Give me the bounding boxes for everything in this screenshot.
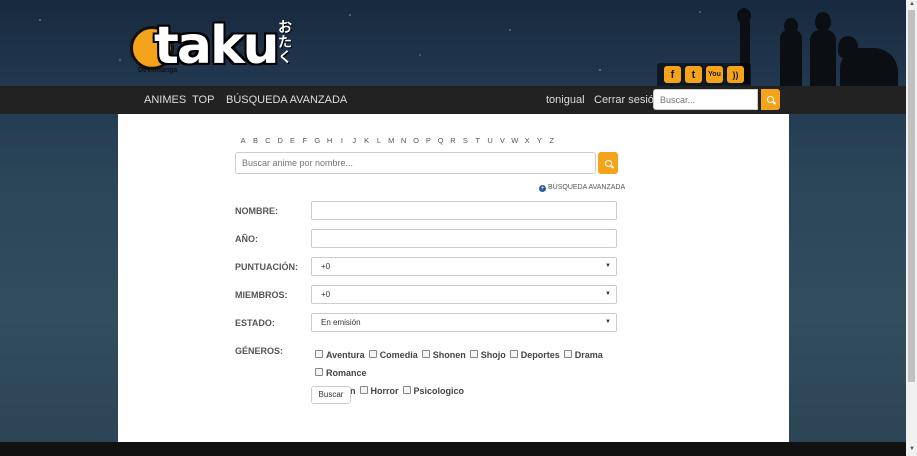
- generos-label: GÉNEROS:: [235, 346, 284, 356]
- letter-link[interactable]: Q: [435, 136, 447, 145]
- letter-link[interactable]: W: [509, 136, 521, 145]
- nav-username[interactable]: tonigual: [546, 86, 585, 114]
- nombre-label: NOMBRE:: [235, 206, 278, 216]
- genre-option[interactable]: Shojo: [469, 346, 506, 364]
- anime-name-search-input[interactable]: [235, 152, 596, 174]
- footer-bar: [0, 442, 906, 456]
- genre-option[interactable]: Aventura: [315, 346, 365, 364]
- genre-option[interactable]: Drama: [563, 346, 603, 364]
- anio-label: AÑO:: [235, 234, 258, 244]
- letter-link[interactable]: H: [323, 136, 335, 145]
- letter-link[interactable]: X: [521, 136, 533, 145]
- genre-option[interactable]: Deportes: [509, 346, 560, 364]
- letter-link[interactable]: F: [299, 136, 311, 145]
- letter-link[interactable]: N: [397, 136, 409, 145]
- genre-checkbox[interactable]: [315, 368, 323, 376]
- letter-link[interactable]: M: [385, 136, 397, 145]
- chevron-down-icon: ▼: [605, 263, 611, 269]
- letter-link[interactable]: J: [348, 136, 360, 145]
- letter-link[interactable]: P: [422, 136, 434, 145]
- genre-checkbox[interactable]: [315, 350, 323, 358]
- genre-option[interactable]: Romance: [315, 364, 367, 382]
- header-search-input[interactable]: [653, 89, 758, 110]
- letter-link[interactable]: U: [484, 136, 496, 145]
- anio-field[interactable]: [311, 229, 617, 248]
- logo-japanese: おたく: [278, 19, 292, 65]
- miembros-value: +0: [321, 290, 331, 299]
- letter-link[interactable]: A: [237, 136, 249, 145]
- submit-search-button[interactable]: Buscar: [311, 386, 351, 404]
- puntuacion-value: +0: [321, 262, 331, 271]
- scroll-up-icon[interactable]: ▲: [909, 1, 915, 7]
- letter-link[interactable]: S: [459, 136, 471, 145]
- genre-option[interactable]: Comedia: [368, 346, 418, 364]
- letter-link[interactable]: E: [286, 136, 298, 145]
- nav-animes[interactable]: ANIMES: [144, 86, 186, 114]
- plus-icon: +: [539, 185, 546, 192]
- nav-top[interactable]: TOP: [192, 86, 214, 114]
- letter-link[interactable]: G: [311, 136, 323, 145]
- puntuacion-select[interactable]: +0 ▼: [311, 257, 617, 276]
- puntuacion-label: PUNTUACIÓN:: [235, 262, 298, 272]
- genre-option[interactable]: Shonen: [421, 346, 466, 364]
- search-icon: [605, 160, 612, 167]
- letter-link[interactable]: B: [249, 136, 261, 145]
- genre-checkbox[interactable]: [509, 350, 518, 358]
- estado-label: ESTADO:: [235, 318, 275, 328]
- miembros-label: MIEMBROS:: [235, 290, 288, 300]
- nombre-field[interactable]: [311, 201, 617, 220]
- scrollbar-thumb[interactable]: [908, 10, 915, 382]
- chevron-down-icon: ▼: [605, 319, 611, 325]
- search-icon: [767, 96, 774, 103]
- genre-checkbox[interactable]: [368, 350, 377, 358]
- genre-checkbox[interactable]: [421, 350, 430, 358]
- letter-link[interactable]: C: [262, 136, 274, 145]
- advanced-search-link[interactable]: + BÚSQUEDA AVANZADA: [539, 184, 625, 192]
- letter-link[interactable]: R: [447, 136, 459, 145]
- estado-select[interactable]: En emisión ▼: [311, 313, 617, 332]
- nav-logout[interactable]: Cerrar sesión: [594, 86, 660, 114]
- letter-link[interactable]: V: [496, 136, 508, 145]
- letter-link[interactable]: L: [373, 136, 385, 145]
- nav-advanced-search[interactable]: BÚSQUEDA AVANZADA: [226, 86, 347, 114]
- letter-link[interactable]: O: [410, 136, 422, 145]
- letter-link[interactable]: K: [360, 136, 372, 145]
- genre-checkbox[interactable]: [469, 350, 478, 358]
- genre-checkbox[interactable]: [563, 350, 572, 358]
- estado-value: En emisión: [321, 318, 361, 327]
- scroll-down-icon[interactable]: ▼: [909, 446, 915, 452]
- letter-link[interactable]: Z: [546, 136, 558, 145]
- twitter-icon[interactable]: t: [685, 66, 702, 83]
- genres-checklist: Aventura Comedia Shonen Shojo Deportes Drama R…: [315, 346, 655, 400]
- letter-link[interactable]: D: [274, 136, 286, 145]
- site-logo[interactable]: taku おたく Devilmanga: [128, 14, 308, 76]
- anime-search-button[interactable]: [598, 152, 618, 174]
- letter-link[interactable]: T: [472, 136, 484, 145]
- chevron-down-icon: ▼: [605, 291, 611, 297]
- youtube-icon[interactable]: You: [706, 66, 723, 83]
- social-icons: f t You )): [657, 63, 751, 86]
- genre-checkbox[interactable]: [402, 386, 411, 394]
- genre-option[interactable]: Psicologico: [402, 382, 464, 400]
- letter-index: A B C D E F G H I J K L M N O P Q R S T …: [237, 136, 558, 145]
- genre-checkbox[interactable]: [359, 386, 368, 394]
- logo-subtitle: Devilmanga: [138, 67, 178, 74]
- page-scrollbar[interactable]: ▲ ▼: [906, 0, 917, 456]
- facebook-icon[interactable]: f: [664, 66, 681, 83]
- letter-link[interactable]: I: [336, 136, 348, 145]
- letter-link[interactable]: Y: [533, 136, 545, 145]
- miembros-select[interactable]: +0 ▼: [311, 285, 617, 304]
- genre-option[interactable]: Horror: [359, 382, 399, 400]
- logo-text: taku: [154, 16, 280, 76]
- main-content: A B C D E F G H I J K L M N O P Q R S T …: [118, 114, 789, 442]
- header-search-button[interactable]: [761, 89, 780, 110]
- advanced-search-label: BÚSQUEDA AVANZADA: [548, 184, 626, 191]
- rss-icon[interactable]: )): [727, 66, 744, 83]
